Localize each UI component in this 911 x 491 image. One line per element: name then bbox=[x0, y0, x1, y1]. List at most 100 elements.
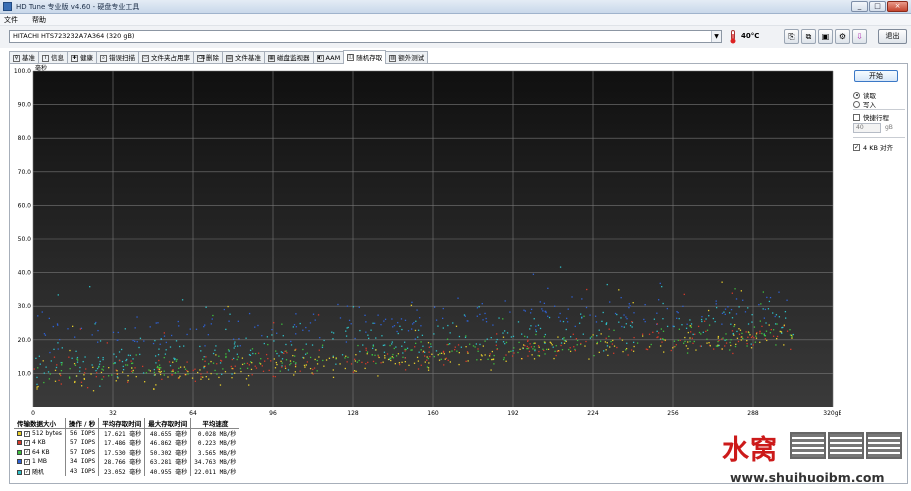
series-color-swatch bbox=[17, 431, 22, 436]
data-point bbox=[251, 362, 253, 364]
data-point bbox=[747, 307, 749, 309]
data-point bbox=[381, 335, 383, 337]
temperature-readout: 40°C bbox=[741, 32, 760, 40]
exit-button[interactable]: 退出 bbox=[878, 29, 907, 44]
data-point bbox=[599, 340, 602, 342]
data-point bbox=[365, 347, 367, 349]
minimize-button[interactable]: _ bbox=[851, 1, 868, 12]
data-point bbox=[424, 361, 426, 363]
copy-image-icon[interactable]: ⧉ bbox=[801, 29, 816, 44]
data-point bbox=[609, 301, 611, 303]
write-option[interactable]: 写入 bbox=[853, 99, 876, 109]
data-point bbox=[396, 330, 398, 333]
data-point bbox=[314, 358, 316, 361]
data-point bbox=[281, 358, 284, 360]
series-checkbox[interactable]: ✓ bbox=[24, 458, 30, 465]
data-point bbox=[304, 366, 306, 368]
data-point bbox=[389, 344, 391, 347]
align-checkbox[interactable]: ✓ bbox=[853, 143, 860, 151]
data-point bbox=[415, 342, 417, 345]
data-point bbox=[447, 359, 449, 361]
watermark-logo bbox=[790, 432, 902, 459]
data-point bbox=[789, 334, 792, 336]
data-point bbox=[368, 337, 370, 340]
data-point bbox=[230, 365, 232, 368]
data-point bbox=[685, 345, 688, 347]
data-point bbox=[345, 330, 347, 332]
menu-help[interactable]: 帮助 bbox=[32, 15, 46, 25]
download-icon[interactable]: ⇩ bbox=[852, 29, 867, 44]
data-point bbox=[554, 350, 556, 353]
data-point bbox=[529, 312, 532, 314]
data-point bbox=[393, 325, 396, 327]
short-stroke-input[interactable]: 40 bbox=[853, 123, 881, 133]
data-point bbox=[532, 273, 535, 275]
series-checkbox[interactable]: ✓ bbox=[24, 430, 30, 437]
data-point bbox=[101, 368, 103, 370]
data-point bbox=[689, 319, 691, 321]
data-point bbox=[616, 313, 618, 316]
data-point bbox=[712, 317, 715, 320]
data-point bbox=[656, 312, 658, 314]
data-point bbox=[543, 336, 546, 338]
drive-select[interactable]: HITACHI HTS723232A7A364 (320 gB) ▼ bbox=[9, 30, 722, 43]
data-point bbox=[332, 376, 335, 379]
data-point bbox=[134, 327, 136, 329]
data-point bbox=[163, 356, 165, 359]
data-point bbox=[130, 360, 132, 362]
short-stroke-checkbox[interactable] bbox=[853, 113, 860, 121]
chevron-down-icon[interactable]: ▼ bbox=[711, 31, 721, 42]
data-point bbox=[362, 344, 364, 346]
data-point bbox=[102, 356, 104, 359]
data-point bbox=[149, 326, 151, 328]
data-point bbox=[374, 354, 376, 356]
data-point bbox=[484, 340, 486, 342]
data-point bbox=[559, 266, 562, 268]
data-point bbox=[595, 321, 598, 323]
data-point bbox=[717, 335, 720, 338]
copy-text-icon[interactable]: ⎘ bbox=[784, 29, 799, 44]
data-point bbox=[708, 315, 710, 317]
data-point bbox=[178, 377, 180, 379]
write-radio[interactable] bbox=[853, 100, 860, 108]
save-icon[interactable]: ▣ bbox=[818, 29, 833, 44]
menu-file[interactable]: 文件 bbox=[4, 15, 18, 25]
align-option[interactable]: ✓ 4 KB 对齐 bbox=[853, 142, 893, 152]
data-point bbox=[678, 317, 680, 320]
data-point bbox=[358, 359, 360, 362]
data-point bbox=[626, 318, 628, 320]
series-checkbox[interactable]: ✓ bbox=[24, 469, 30, 476]
data-point bbox=[496, 348, 498, 351]
data-point bbox=[400, 318, 403, 320]
read-radio[interactable] bbox=[853, 91, 860, 99]
data-point bbox=[365, 321, 367, 323]
data-point bbox=[689, 325, 692, 327]
data-point bbox=[775, 314, 778, 316]
data-point bbox=[417, 336, 419, 338]
data-point bbox=[354, 360, 357, 362]
data-point bbox=[80, 385, 83, 387]
data-point bbox=[778, 291, 780, 293]
options-icon[interactable]: ⚙ bbox=[835, 29, 850, 44]
data-point bbox=[371, 354, 374, 356]
data-point bbox=[682, 305, 684, 307]
data-point bbox=[153, 371, 156, 374]
series-checkbox[interactable]: ✓ bbox=[24, 449, 30, 456]
data-point bbox=[410, 328, 413, 330]
series-checkbox[interactable]: ✓ bbox=[24, 439, 30, 446]
data-point bbox=[299, 370, 301, 372]
data-point bbox=[302, 348, 304, 351]
data-point bbox=[191, 377, 194, 379]
data-point bbox=[476, 359, 478, 361]
tab-random-access[interactable]: ◫ 随机存取 bbox=[343, 50, 387, 64]
data-point bbox=[335, 357, 337, 359]
close-button[interactable]: × bbox=[887, 1, 908, 12]
start-button[interactable]: 开始 bbox=[854, 70, 898, 82]
maximize-button[interactable]: □ bbox=[869, 1, 886, 12]
data-point bbox=[567, 308, 569, 310]
data-point bbox=[476, 307, 479, 309]
data-point bbox=[36, 376, 38, 379]
data-point bbox=[623, 326, 625, 328]
short-stroke-option[interactable]: 快捷行程 bbox=[853, 112, 889, 122]
data-point bbox=[401, 361, 403, 363]
